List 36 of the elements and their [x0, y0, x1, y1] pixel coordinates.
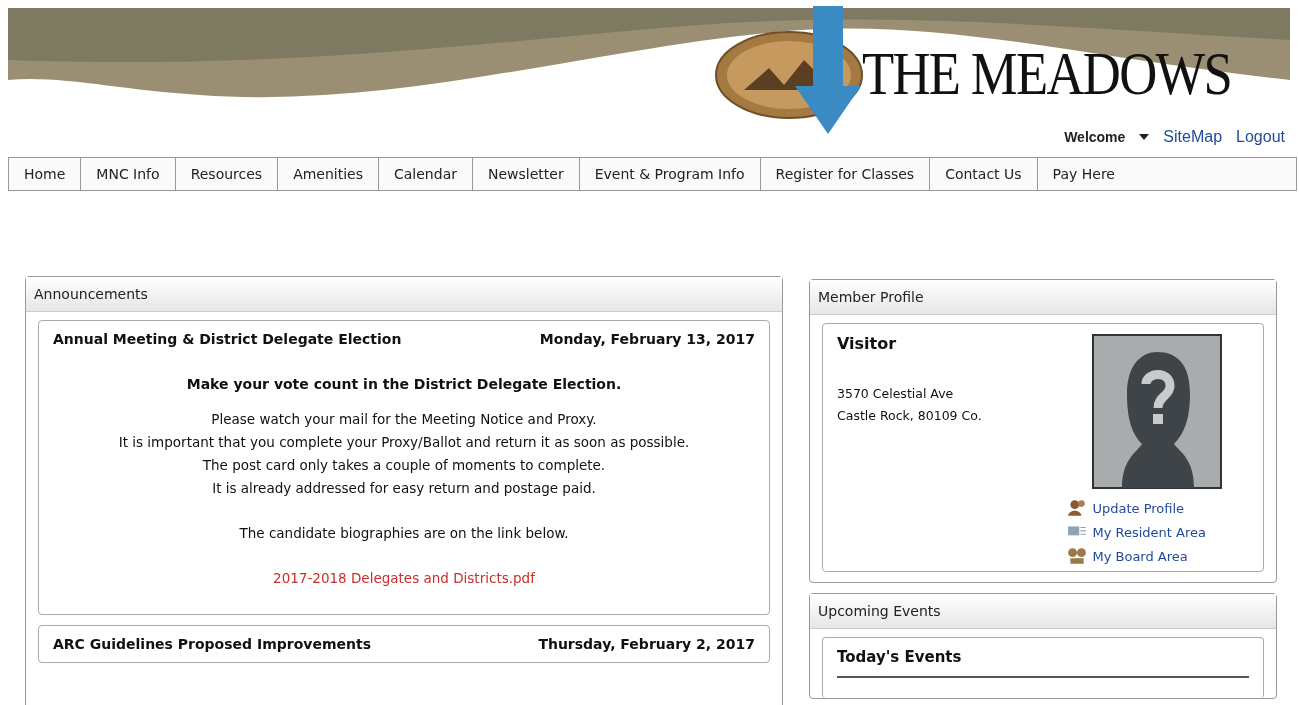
nav-item[interactable]: Register for Classes [760, 158, 931, 190]
profile-link[interactable]: My Board Area [1067, 547, 1206, 565]
announcement-date: Thursday, February 2, 2017 [538, 636, 755, 652]
panel-title: Announcements [34, 286, 148, 302]
panel-title: Member Profile [818, 289, 924, 305]
nav-item[interactable]: Calendar [379, 158, 473, 190]
events-subtitle: Today's Events [837, 648, 1249, 678]
caret-icon [1139, 134, 1150, 140]
nav-item[interactable]: Amenities [278, 158, 379, 190]
nav-item[interactable]: MNC Info [81, 158, 176, 190]
panel-title: Upcoming Events [818, 603, 941, 619]
member-name: Visitor [837, 334, 898, 353]
site-title: THE MEADOWS [862, 42, 1232, 104]
announcement-title: Annual Meeting & District Delegate Election [53, 331, 402, 347]
nav-item[interactable]: Pay Here [1037, 158, 1130, 190]
nav-item[interactable]: Event & Program Info [579, 158, 761, 190]
people-icon [1067, 499, 1088, 517]
announcement-heading: Make your vote count in the District Delegate Election. [185, 375, 623, 394]
announcement-date: Monday, February 13, 2017 [539, 331, 755, 347]
announcement-text: Please watch your mail for the Meeting Notice and Proxy. It is important that you complete your Proxy/Ballot and return it as soon as possible. The post card only takes a couple of moments to complete. It is already addressed for easy return and postage paid. [117, 410, 691, 498]
profile-link[interactable]: My Resident Area [1067, 523, 1206, 541]
profile-link[interactable]: Update Profile [1067, 499, 1206, 517]
announcement-note: The candidate biographies are on the link below. [238, 524, 570, 543]
header-link[interactable]: SiteMap [1163, 128, 1223, 146]
header-link[interactable]: Logout [1236, 128, 1285, 146]
nav-item[interactable]: Newsletter [472, 158, 580, 190]
nav-item[interactable]: Contact Us [930, 158, 1038, 190]
welcome-menu[interactable]: Welcome [1064, 129, 1150, 145]
group-icon [1067, 547, 1088, 565]
avatar-silhouette-icon [1092, 334, 1223, 489]
member-address: 3570 Celestial Ave Castle Rock, 80109 Co. [837, 385, 982, 425]
document-link[interactable]: 2017-2018 Delegates and Districts.pdf [273, 567, 535, 590]
nav-item[interactable]: Resources [175, 158, 279, 190]
announcement-title: ARC Guidelines Proposed Improvements [53, 636, 371, 652]
arrow-icon [793, 6, 863, 136]
nav-item[interactable]: Home [9, 158, 82, 190]
